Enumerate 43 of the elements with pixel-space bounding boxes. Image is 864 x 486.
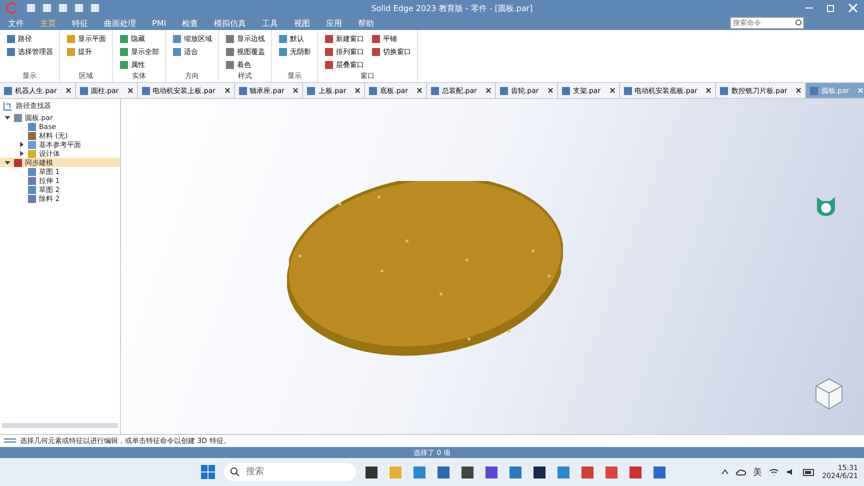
wifi-icon[interactable] — [769, 468, 780, 476]
cloud-icon[interactable] — [736, 468, 746, 476]
search-icon — [795, 19, 803, 27]
chevron-up-icon[interactable] — [721, 468, 730, 476]
close-tab-icon[interactable] — [705, 87, 712, 94]
menu-tab[interactable]: PMI — [144, 16, 174, 30]
search-icon — [230, 467, 240, 477]
pathfinder-icon — [3, 101, 13, 111]
menu-tab[interactable]: 特征 — [64, 16, 96, 30]
menu-tab[interactable]: 工具 — [254, 16, 286, 30]
close-tab-icon[interactable] — [354, 87, 362, 94]
taskbar-search-box[interactable]: 搜索 — [224, 463, 356, 481]
close-tab-icon[interactable] — [292, 87, 300, 94]
close-icon[interactable] — [848, 3, 858, 13]
menu-tab[interactable]: 帮助 — [350, 16, 382, 30]
command-bar-icon — [4, 437, 16, 445]
expanded-arrow-icon[interactable] — [4, 114, 11, 121]
close-tab-icon[interactable] — [608, 87, 616, 94]
menu-tab[interactable]: 曲面处理 — [96, 16, 144, 30]
scrollbar[interactable] — [2, 423, 118, 428]
menu-tab[interactable]: 模拟仿真 — [206, 16, 254, 30]
battery-icon[interactable] — [803, 468, 816, 476]
menu-tab[interactable]: 检查 — [174, 16, 206, 30]
windows-start-icon[interactable] — [200, 464, 216, 480]
menu-tab[interactable]: 文件 — [0, 16, 32, 30]
view-cube-icon[interactable] — [814, 377, 844, 411]
restore-icon[interactable] — [826, 3, 836, 13]
app-logo-icon — [6, 2, 18, 14]
close-tab-icon[interactable] — [546, 87, 554, 94]
expanded-arrow-icon[interactable] — [4, 159, 11, 166]
taskbar-search-field[interactable]: 搜索 — [244, 466, 348, 478]
close-tab-icon[interactable] — [795, 87, 802, 94]
window-title: Solid Edge 2023 教育版 - 零件 - [圆板.par] — [370, 2, 534, 14]
close-tab-icon[interactable] — [224, 87, 231, 94]
input-method-indicator[interactable]: 美 — [753, 466, 762, 478]
menu-tab[interactable]: 视图 — [286, 16, 318, 30]
close-tab-icon[interactable] — [484, 87, 492, 94]
close-tab-icon[interactable] — [64, 87, 72, 94]
close-tab-icon[interactable] — [126, 87, 134, 94]
collapsed-arrow-icon[interactable] — [18, 141, 25, 148]
menu-tab[interactable]: 应用 — [318, 16, 350, 30]
collapsed-arrow-icon[interactable] — [18, 150, 25, 157]
close-tab-icon[interactable] — [416, 87, 424, 94]
